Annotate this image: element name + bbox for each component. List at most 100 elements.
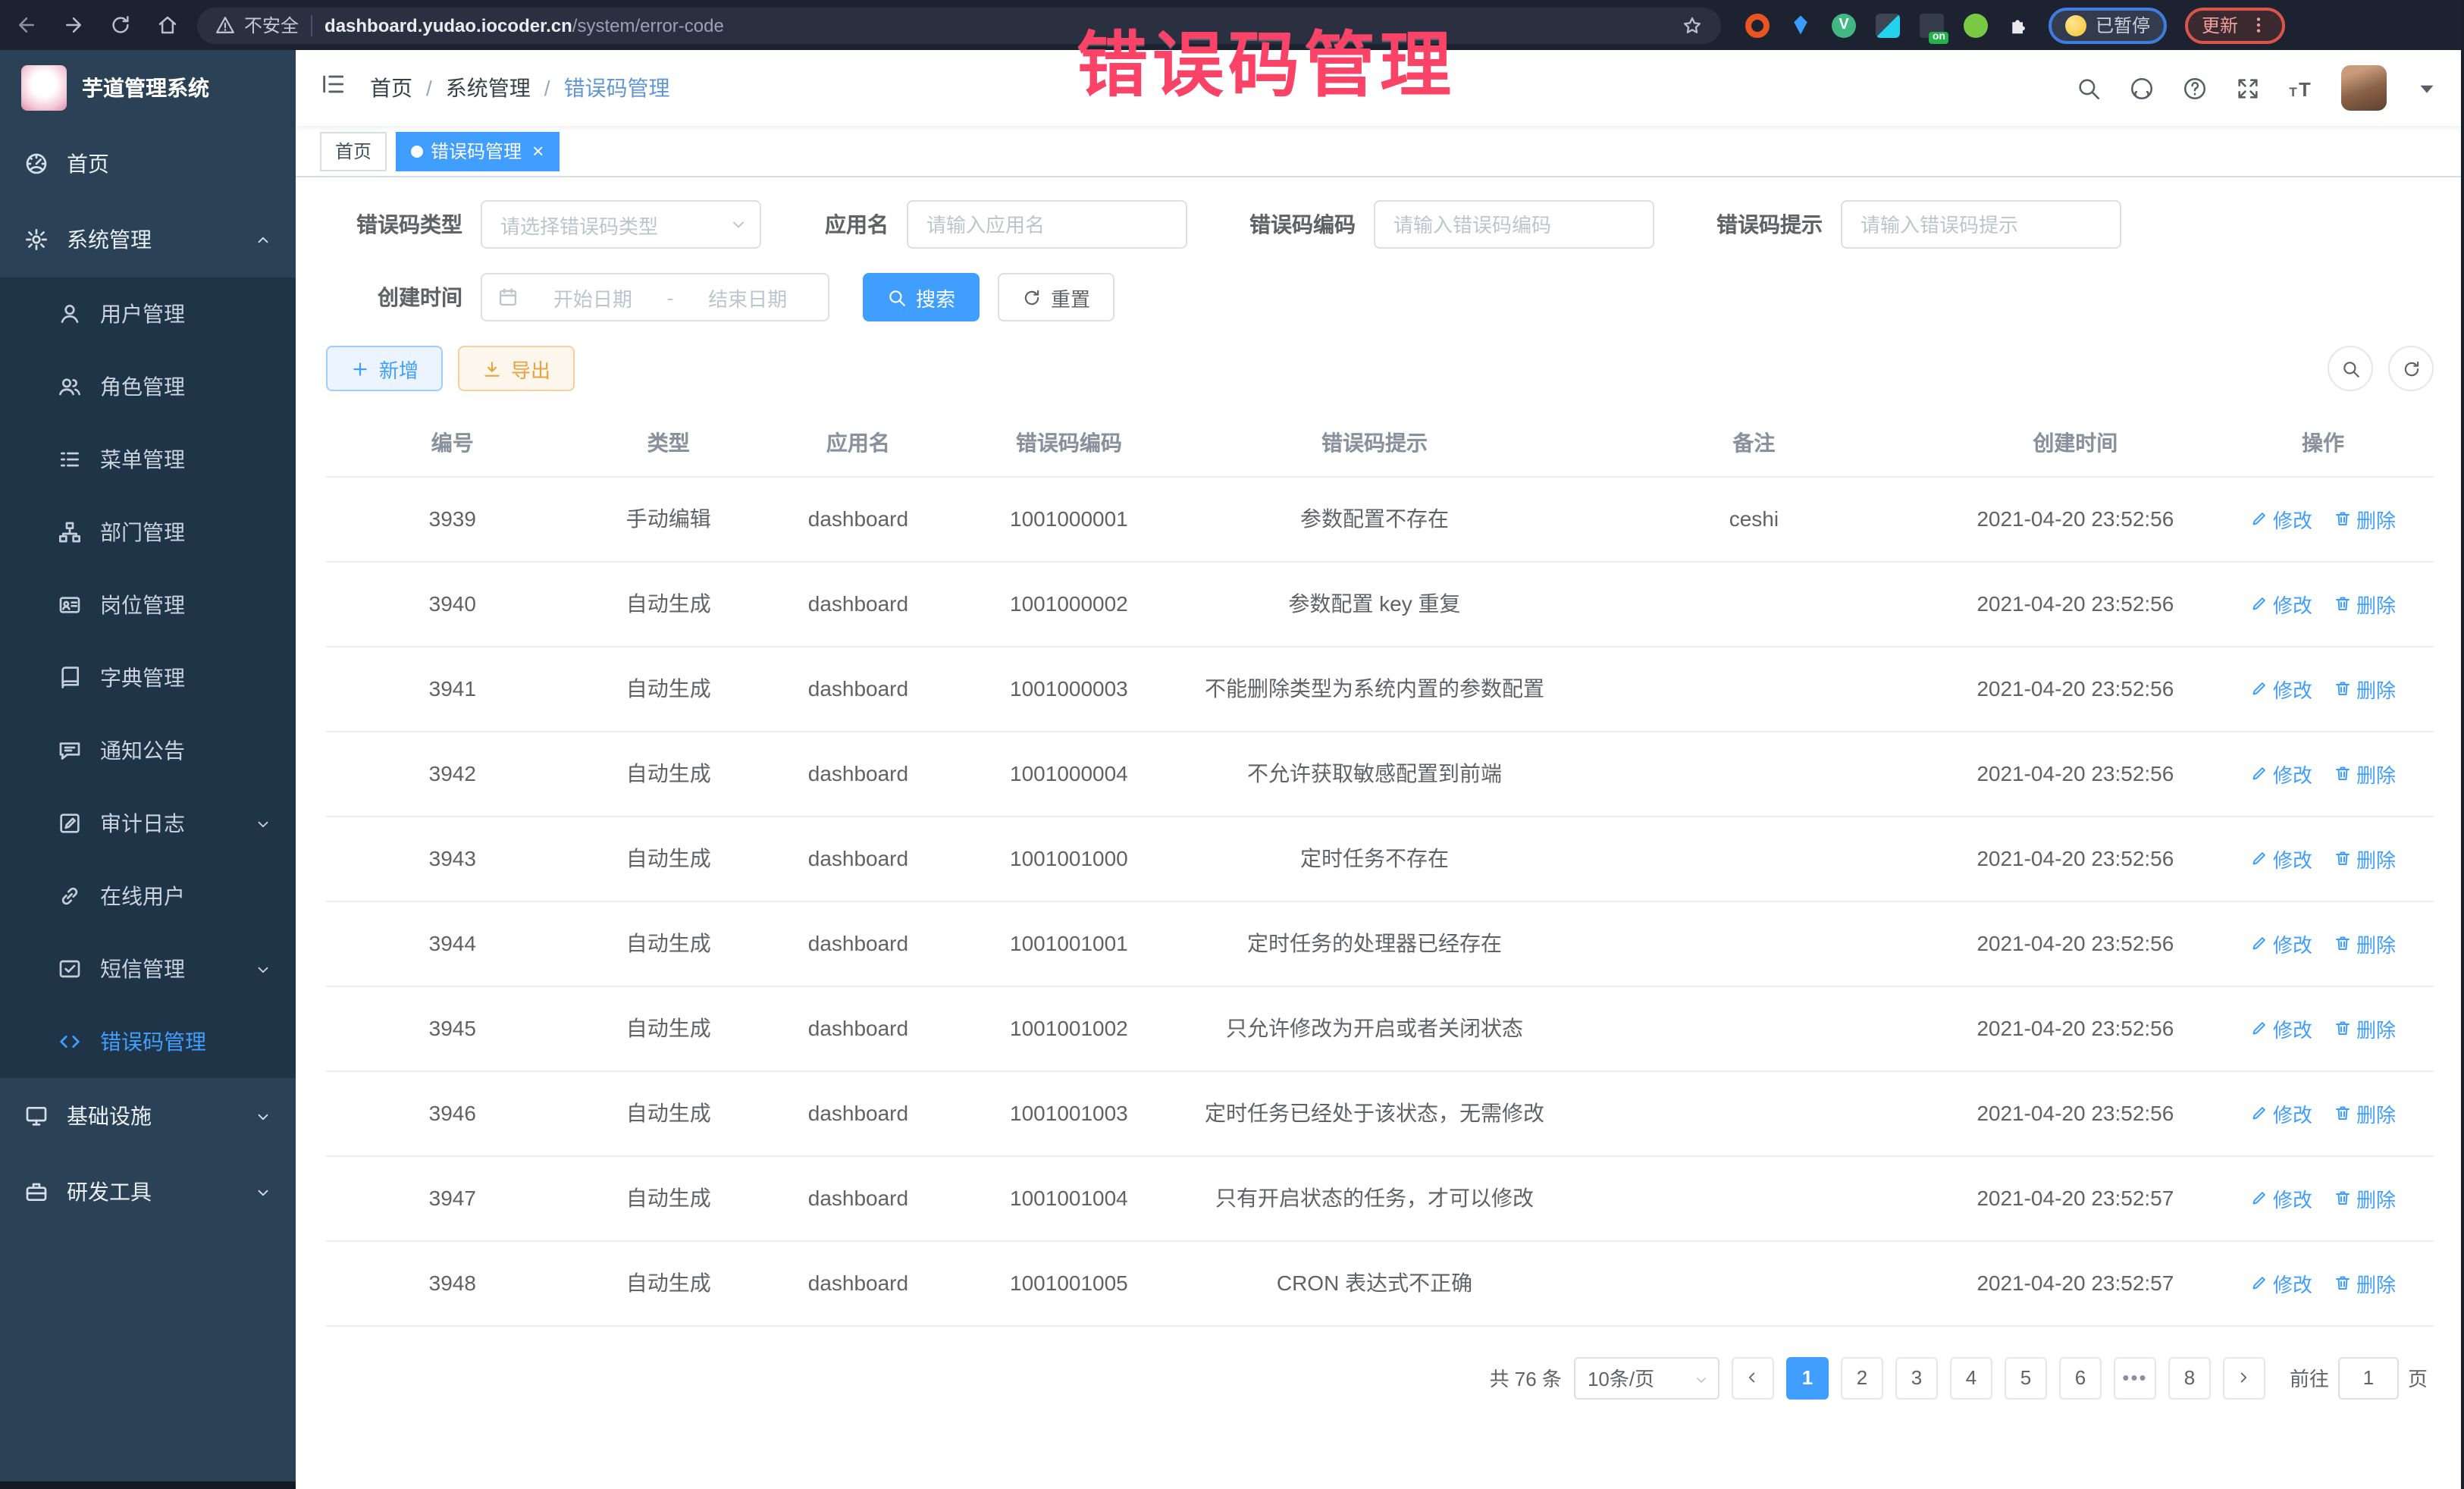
page-button-5[interactable]: 5 [2005, 1356, 2047, 1399]
trash-icon [2334, 849, 2352, 867]
caret-down-icon[interactable] [2414, 75, 2440, 101]
next-page-button[interactable] [2223, 1356, 2265, 1399]
delete-link[interactable]: 删除 [2334, 844, 2396, 873]
edit-link[interactable]: 修改 [2250, 929, 2312, 958]
header-search-icon[interactable] [2076, 75, 2102, 101]
prev-page-button[interactable] [1732, 1356, 1774, 1399]
delete-link[interactable]: 删除 [2334, 1014, 2396, 1042]
tab-error-code[interactable]: 错误码管理 × [396, 131, 559, 171]
pagination-total: 共 76 条 [1490, 1363, 1562, 1392]
extension-icon-1[interactable] [1745, 13, 1770, 37]
error-code-type-select[interactable]: 请选择错误码类型 [481, 200, 761, 249]
sidebar-item-system[interactable]: 系统管理 [0, 202, 296, 277]
address-bar[interactable]: 不安全 dashboard.yudao.iocoder.cn/system/er… [197, 7, 1721, 43]
page-ellipsis-button[interactable]: ••• [2114, 1356, 2156, 1399]
toggle-search-button[interactable] [2328, 346, 2373, 391]
trash-icon [2334, 764, 2352, 782]
user-icon [58, 302, 82, 326]
edit-link[interactable]: 修改 [2250, 1183, 2312, 1212]
extension-icon-3[interactable]: V [1832, 13, 1856, 37]
browser-forward-icon[interactable] [62, 14, 85, 36]
sidebar-item-menus[interactable]: 菜单管理 [0, 423, 296, 496]
reset-button[interactable]: 重置 [998, 273, 1114, 321]
sidebar-item-sms[interactable]: 短信管理 [0, 933, 296, 1005]
sidebar-item-infrastructure[interactable]: 基础设施 [0, 1078, 296, 1154]
extension-icon-6[interactable] [1964, 13, 1988, 37]
sidebar-item-error-code[interactable]: 错误码管理 [0, 1005, 296, 1078]
browser-update-button[interactable]: 更新 [2185, 7, 2285, 43]
announcement-icon [58, 738, 82, 763]
trash-icon [2334, 1104, 2352, 1122]
delete-link[interactable]: 删除 [2334, 759, 2396, 788]
extension-icon-5[interactable] [1920, 13, 1944, 37]
page-button-3[interactable]: 3 [1895, 1356, 1938, 1399]
search-button[interactable]: 搜索 [863, 273, 980, 321]
extension-icon-4[interactable] [1876, 13, 1900, 37]
edit-link[interactable]: 修改 [2250, 504, 2312, 533]
github-icon[interactable] [2129, 75, 2155, 101]
page-button-1[interactable]: 1 [1786, 1356, 1829, 1399]
browser-menu-dots-icon[interactable] [2249, 15, 2268, 35]
date-range-picker[interactable]: 开始日期 - 结束日期 [481, 273, 829, 321]
breadcrumb-system[interactable]: 系统管理 [446, 73, 531, 103]
warning-icon [215, 15, 235, 35]
edit-link[interactable]: 修改 [2250, 674, 2312, 703]
sidebar-item-home[interactable]: 首页 [0, 126, 296, 202]
sidebar-item-dev-tools[interactable]: 研发工具 [0, 1154, 296, 1230]
help-icon[interactable] [2182, 75, 2208, 101]
browser-back-icon[interactable] [15, 14, 38, 36]
delete-link[interactable]: 删除 [2334, 674, 2396, 703]
edit-link[interactable]: 修改 [2250, 1268, 2312, 1297]
font-size-icon[interactable] [2288, 75, 2314, 101]
sidebar-item-roles[interactable]: 角色管理 [0, 350, 296, 423]
app-name-input[interactable] [907, 200, 1187, 249]
delete-link[interactable]: 删除 [2334, 589, 2396, 618]
browser-profile-button[interactable]: 已暂停 [2049, 7, 2167, 43]
fullscreen-icon[interactable] [2235, 75, 2261, 101]
page-button-6[interactable]: 6 [2059, 1356, 2102, 1399]
sidebar-collapse-button[interactable] [320, 71, 346, 105]
breadcrumb-home[interactable]: 首页 [370, 73, 412, 103]
browser-reload-icon[interactable] [109, 14, 132, 36]
goto-page-input[interactable] [2338, 1356, 2399, 1399]
page-button-8[interactable]: 8 [2168, 1356, 2211, 1399]
delete-link[interactable]: 删除 [2334, 1099, 2396, 1127]
tab-home[interactable]: 首页 [320, 131, 387, 171]
sidebar-item-dictionary[interactable]: 字典管理 [0, 641, 296, 714]
page-size-select[interactable]: 10条/页 [1574, 1356, 1719, 1399]
error-code-input[interactable] [1374, 200, 1654, 249]
code-icon [58, 1030, 82, 1054]
refresh-table-button[interactable] [2388, 346, 2434, 391]
sidebar-item-positions[interactable]: 岗位管理 [0, 569, 296, 641]
add-button[interactable]: 新增 [326, 346, 443, 391]
sidebar-logo[interactable]: 芋道管理系统 [0, 50, 296, 126]
sidebar-item-audit-log[interactable]: 审计日志 [0, 787, 296, 860]
edit-link[interactable]: 修改 [2250, 589, 2312, 618]
tab-close-icon[interactable]: × [532, 141, 544, 161]
browser-home-icon[interactable] [156, 14, 179, 36]
users-icon [58, 375, 82, 399]
export-button[interactable]: 导出 [458, 346, 575, 391]
page-button-2[interactable]: 2 [1841, 1356, 1883, 1399]
edit-link[interactable]: 修改 [2250, 844, 2312, 873]
sidebar-item-announcements[interactable]: 通知公告 [0, 714, 296, 787]
sidebar-item-online-users[interactable]: 在线用户 [0, 860, 296, 933]
bookmark-star-icon[interactable] [1682, 14, 1703, 36]
extensions-puzzle-icon[interactable] [2008, 14, 2030, 36]
edit-link[interactable]: 修改 [2250, 1099, 2312, 1127]
sidebar-item-departments[interactable]: 部门管理 [0, 496, 296, 569]
extension-icon-2[interactable] [1789, 14, 1812, 36]
edit-link[interactable]: 修改 [2250, 759, 2312, 788]
delete-link[interactable]: 删除 [2334, 504, 2396, 533]
security-warning[interactable]: 不安全 [215, 12, 299, 38]
table-row: 3948自动生成 dashboard1001001005 CRON 表达式不正确… [326, 1240, 2434, 1325]
page-content: 错误码类型 请选择错误码类型 应用名 错误码编码 [296, 177, 2464, 1489]
edit-link[interactable]: 修改 [2250, 1014, 2312, 1042]
sidebar-item-users[interactable]: 用户管理 [0, 277, 296, 350]
error-msg-input[interactable] [1841, 200, 2121, 249]
delete-link[interactable]: 删除 [2334, 1268, 2396, 1297]
delete-link[interactable]: 删除 [2334, 1183, 2396, 1212]
user-avatar[interactable] [2341, 65, 2387, 111]
delete-link[interactable]: 删除 [2334, 929, 2396, 958]
page-button-4[interactable]: 4 [1950, 1356, 1992, 1399]
